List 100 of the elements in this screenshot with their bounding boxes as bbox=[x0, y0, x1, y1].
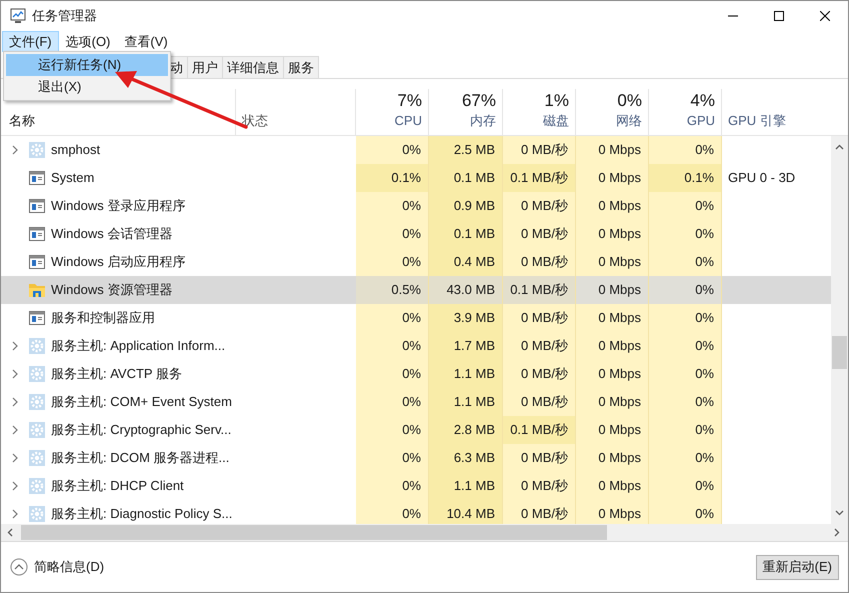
chevron-icon[interactable] bbox=[12, 425, 18, 435]
scroll-up-icon[interactable] bbox=[835, 144, 844, 150]
table-cell: 0 Mbps bbox=[576, 164, 649, 192]
table-cell: 0 MB/秒 bbox=[503, 136, 576, 164]
table-cell: 0% bbox=[649, 136, 722, 164]
process-name: Windows 会话管理器 bbox=[51, 225, 172, 244]
window-icon bbox=[29, 171, 45, 185]
table-cell: 0 MB/秒 bbox=[503, 500, 576, 524]
gear-icon bbox=[29, 338, 45, 354]
table-cell: 0% bbox=[649, 388, 722, 416]
gear-icon bbox=[29, 366, 45, 382]
horizontal-scrollbar[interactable] bbox=[1, 524, 848, 541]
process-name: Windows 登录应用程序 bbox=[51, 197, 186, 216]
chevron-icon[interactable] bbox=[12, 509, 18, 519]
process-name: 服务主机: AVCTP 服务 bbox=[51, 365, 182, 384]
menu-item[interactable]: 运行新任务(N) bbox=[6, 54, 168, 76]
table-cell: 0 Mbps bbox=[576, 416, 649, 444]
scroll-left-icon[interactable] bbox=[7, 528, 13, 537]
column-header[interactable]: 状态 bbox=[242, 110, 268, 130]
table-cell: 0% bbox=[649, 304, 722, 332]
chevron-icon[interactable] bbox=[12, 481, 18, 491]
column-header[interactable]: 磁盘 bbox=[543, 112, 569, 130]
process-row[interactable]: 服务主机: DCOM 服务器进程... 0% 6.3 MB 0 MB/秒 0 Mbps 0% bbox=[1, 444, 831, 472]
process-name: 服务主机: Diagnostic Policy S... bbox=[51, 505, 232, 524]
table-cell: 2.8 MB bbox=[429, 416, 503, 444]
chevron-icon[interactable] bbox=[12, 453, 18, 463]
table-cell: 0.1 MB bbox=[429, 220, 503, 248]
scroll-down-icon[interactable] bbox=[835, 510, 844, 516]
table-cell: 0% bbox=[649, 192, 722, 220]
process-name: 服务主机: DCOM 服务器进程... bbox=[51, 449, 230, 468]
table-cell: 0% bbox=[649, 416, 722, 444]
process-name: 服务主机: Application Inform... bbox=[51, 337, 226, 356]
folder-icon bbox=[29, 283, 45, 297]
column-header[interactable]: 网络 bbox=[616, 112, 642, 130]
table-cell: 0% bbox=[356, 192, 429, 220]
table-cell: 1.1 MB bbox=[429, 360, 503, 388]
table-cell: 0 Mbps bbox=[576, 500, 649, 524]
usage-percent: 0% bbox=[617, 90, 642, 112]
chevron-icon[interactable] bbox=[12, 341, 18, 351]
gear-icon bbox=[29, 394, 45, 410]
process-row[interactable]: 服务主机: DHCP Client 0% 1.1 MB 0 MB/秒 0 Mbps 0% bbox=[1, 472, 831, 500]
details-toggle[interactable]: 简略信息(D) bbox=[10, 557, 104, 577]
process-row[interactable]: Windows 资源管理器 0.5% 43.0 MB 0.1 MB/秒 0 Mbps 0% bbox=[1, 276, 831, 304]
process-row[interactable]: System 0.1% 0.1 MB 0.1 MB/秒 0 Mbps 0.1% GPU 0 - 3D bbox=[1, 164, 831, 192]
table-cell: 1.1 MB bbox=[429, 388, 503, 416]
process-row[interactable]: 服务主机: Application Inform... 0% 1.7 MB 0 MB/秒 0 Mbps 0% bbox=[1, 332, 831, 360]
table-cell: 0% bbox=[649, 220, 722, 248]
column-header[interactable]: 内存 bbox=[470, 112, 496, 130]
table-cell: 0 MB/秒 bbox=[503, 192, 576, 220]
table-cell: 0.4 MB bbox=[429, 248, 503, 276]
chevron-icon[interactable] bbox=[12, 145, 18, 155]
table-cell: 0% bbox=[649, 248, 722, 276]
table-cell: 2.5 MB bbox=[429, 136, 503, 164]
column-header[interactable]: CPU bbox=[394, 112, 422, 130]
table-cell: 0 Mbps bbox=[576, 192, 649, 220]
close-icon bbox=[820, 11, 830, 21]
scroll-thumb[interactable] bbox=[832, 336, 847, 369]
table-cell: 0% bbox=[356, 332, 429, 360]
restart-button[interactable]: 重新启动(E) bbox=[756, 554, 839, 580]
tab[interactable]: 用户 bbox=[187, 56, 223, 78]
process-row[interactable]: 服务和控制器应用 0% 3.9 MB 0 MB/秒 0 Mbps 0% bbox=[1, 304, 831, 332]
table-cell: 0 MB/秒 bbox=[503, 304, 576, 332]
gear-icon bbox=[29, 422, 45, 438]
table-cell: 0% bbox=[649, 444, 722, 472]
table-cell: 0.1 MB/秒 bbox=[503, 164, 576, 192]
menu-item[interactable]: 查看(V) bbox=[117, 31, 175, 52]
menu-item[interactable]: 选项(O) bbox=[58, 31, 118, 52]
process-name: Windows 资源管理器 bbox=[51, 281, 172, 300]
table-cell: 0 MB/秒 bbox=[503, 220, 576, 248]
process-row[interactable]: Windows 启动应用程序 0% 0.4 MB 0 MB/秒 0 Mbps 0% bbox=[1, 248, 831, 276]
table-cell: 0% bbox=[649, 332, 722, 360]
vertical-scrollbar[interactable] bbox=[831, 136, 848, 524]
tab[interactable]: 服务 bbox=[283, 56, 319, 78]
table-cell: 0 Mbps bbox=[576, 444, 649, 472]
table-cell: 0% bbox=[649, 360, 722, 388]
process-name: smphost bbox=[51, 141, 100, 160]
process-row[interactable]: Windows 登录应用程序 0% 0.9 MB 0 MB/秒 0 Mbps 0% bbox=[1, 192, 831, 220]
process-row[interactable]: 服务主机: Cryptographic Serv... 0% 2.8 MB 0.1 MB/秒 0 Mbps 0% bbox=[1, 416, 831, 444]
table-cell: 0 MB/秒 bbox=[503, 444, 576, 472]
column-header[interactable]: 名称 bbox=[9, 110, 35, 130]
process-row[interactable]: Windows 会话管理器 0% 0.1 MB 0 MB/秒 0 Mbps 0% bbox=[1, 220, 831, 248]
menu-item[interactable]: 文件(F) bbox=[2, 31, 59, 52]
scroll-right-icon[interactable] bbox=[834, 528, 840, 537]
process-row[interactable]: 服务主机: AVCTP 服务 0% 1.1 MB 0 MB/秒 0 Mbps 0% bbox=[1, 360, 831, 388]
column-header[interactable]: GPU 引擎 bbox=[728, 110, 786, 130]
chevron-icon[interactable] bbox=[12, 397, 18, 407]
table-cell: 1.1 MB bbox=[429, 472, 503, 500]
process-name: 服务主机: COM+ Event System bbox=[51, 393, 232, 412]
menu-item[interactable]: 退出(X) bbox=[6, 76, 168, 98]
window-icon bbox=[29, 255, 45, 269]
tab[interactable]: 详细信息 bbox=[222, 56, 284, 78]
process-row[interactable]: smphost 0% 2.5 MB 0 MB/秒 0 Mbps 0% bbox=[1, 136, 831, 164]
process-row[interactable]: 服务主机: COM+ Event System 0% 1.1 MB 0 MB/秒 0 Mbps 0% bbox=[1, 388, 831, 416]
window-icon bbox=[29, 199, 45, 213]
process-row[interactable]: 服务主机: Diagnostic Policy S... 0% 10.4 MB 0 MB/秒 0 Mbps 0% bbox=[1, 500, 831, 524]
scroll-thumb[interactable] bbox=[21, 525, 607, 540]
column-header[interactable]: GPU bbox=[686, 112, 715, 130]
table-cell: 0% bbox=[649, 276, 722, 304]
table-cell: 0.9 MB bbox=[429, 192, 503, 220]
chevron-icon[interactable] bbox=[12, 369, 18, 379]
